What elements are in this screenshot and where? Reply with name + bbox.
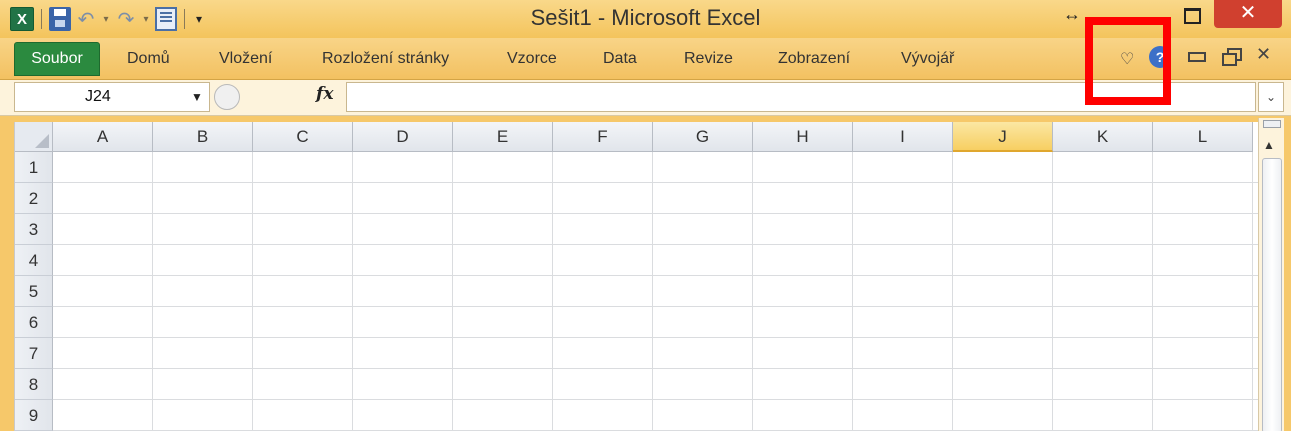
row-header[interactable]: 3 [15,214,53,245]
tab-file[interactable]: Soubor [14,42,100,76]
scroll-up-icon[interactable]: ▲ [1263,138,1275,152]
formula-bar-splitter[interactable] [214,84,240,110]
row-header[interactable]: 1 [15,152,53,183]
select-all-button[interactable] [15,122,53,152]
restore-icon[interactable] [1222,48,1242,66]
column-header[interactable]: G [653,122,753,152]
maximize-icon[interactable] [1178,6,1204,24]
tab-insert[interactable]: Vložení [219,50,272,68]
name-box-value: J24 [85,88,111,105]
grid-column-line [1152,152,1153,431]
grid-row-line [53,337,1259,338]
tab-home[interactable]: Domů [127,50,170,68]
scroll-thumb[interactable] [1262,158,1282,431]
formula-expand-icon[interactable]: ⌄ [1258,82,1284,112]
resize-icon[interactable]: ↔ [1063,4,1081,25]
grid-column-line [752,152,753,431]
worksheet-grid[interactable]: ABCDEFGHIJKL 123456789 [14,122,1259,431]
tab-data[interactable]: Data [603,50,637,68]
column-header[interactable]: L [1153,122,1253,152]
tab-formulas[interactable]: Vzorce [507,50,557,68]
chevron-down-icon[interactable]: ▼ [191,90,203,104]
close-icon[interactable]: ✕ [1256,44,1271,65]
grid-column-line [552,152,553,431]
grid-row-line [53,399,1259,400]
column-header[interactable]: F [553,122,653,152]
grid-row-line [53,368,1259,369]
column-header[interactable]: H [753,122,853,152]
grid-column-line [452,152,453,431]
split-box[interactable] [1263,120,1281,128]
row-header[interactable]: 8 [15,369,53,400]
grid-column-line [252,152,253,431]
column-header[interactable]: C [253,122,353,152]
name-box[interactable]: J24 ▼ [14,82,210,112]
row-header[interactable]: 5 [15,276,53,307]
column-header[interactable]: K [1053,122,1153,152]
insert-function-icon[interactable]: fx [316,84,333,104]
row-header[interactable]: 7 [15,338,53,369]
tab-page-layout[interactable]: Rozložení stránky [322,50,449,68]
grid-row-line [53,213,1259,214]
column-header[interactable]: I [853,122,953,152]
grid-row-line [53,244,1259,245]
grid-row-line [53,275,1259,276]
tab-developer[interactable]: Vývojář [901,50,954,68]
column-header[interactable]: J [953,122,1053,152]
highlight-box [1085,17,1171,105]
grid-row-line [53,306,1259,307]
row-header[interactable]: 2 [15,183,53,214]
row-header[interactable]: 6 [15,307,53,338]
grid-column-line [1252,152,1253,431]
grid-column-line [852,152,853,431]
tab-review[interactable]: Revize [684,50,733,68]
grid-column-line [1052,152,1053,431]
grid-column-line [352,152,353,431]
column-header[interactable]: D [353,122,453,152]
tab-view[interactable]: Zobrazení [778,50,850,68]
column-header[interactable]: B [153,122,253,152]
minimize-icon[interactable] [1188,52,1206,62]
grid-column-line [952,152,953,431]
column-header[interactable]: E [453,122,553,152]
grid-column-line [152,152,153,431]
column-header[interactable]: A [53,122,153,152]
window-close-button[interactable]: ✕ [1214,0,1282,28]
grid-column-line [652,152,653,431]
vertical-scrollbar[interactable]: ▲ [1258,118,1284,431]
row-header[interactable]: 4 [15,245,53,276]
row-header[interactable]: 9 [15,400,53,431]
grid-row-line [53,182,1259,183]
